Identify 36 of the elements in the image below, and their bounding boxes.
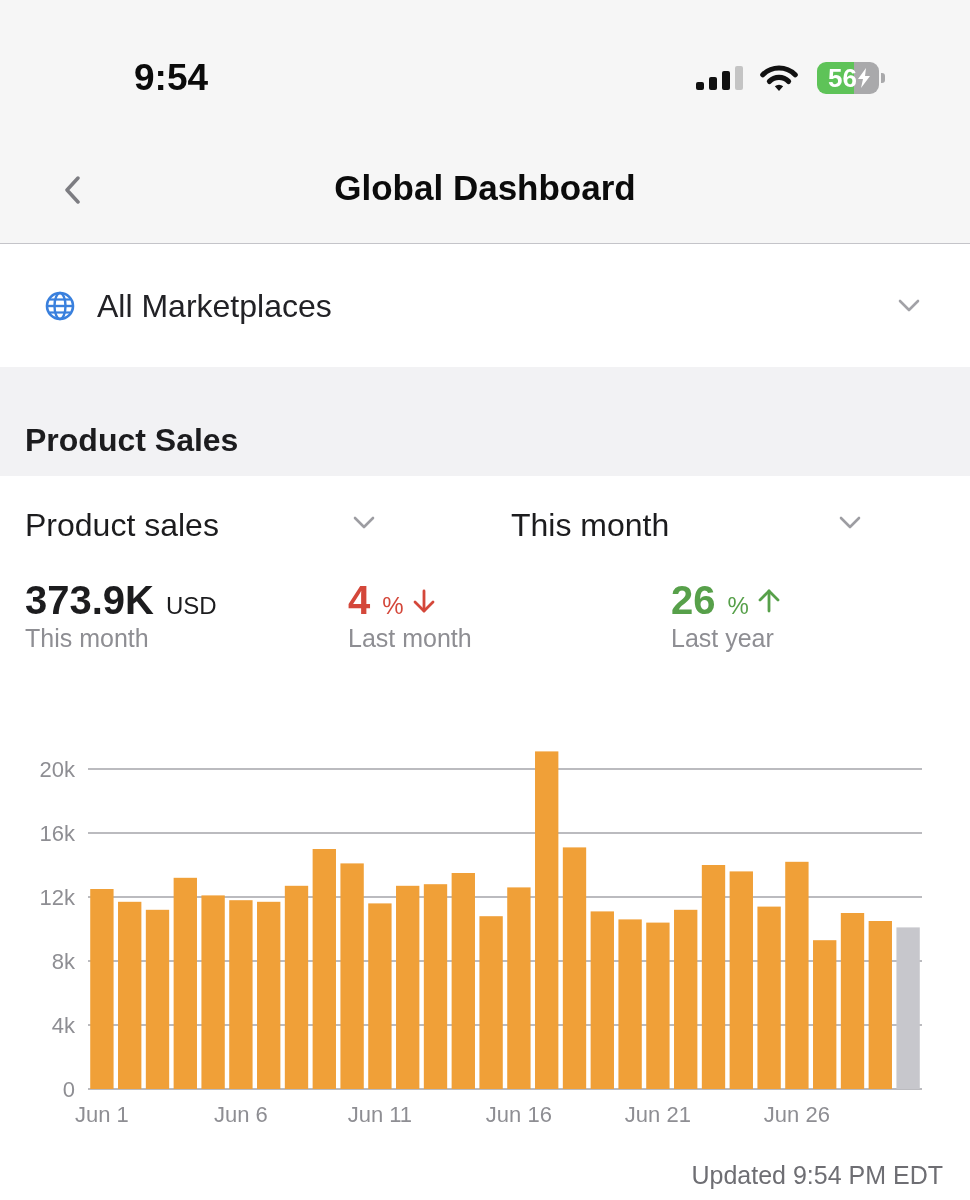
y-axis-label: 0 [62,1076,75,1102]
chevron-down-icon [839,515,861,529]
battery-percent: 56 [828,63,857,93]
screen-title: Global Dashboard [334,167,636,209]
metric-label: Last month [348,623,472,653]
filter-dropdown[interactable]: This month [511,505,861,545]
filter-dropdown[interactable]: Product sales [25,505,375,545]
x-axis-label: Jun 11 [347,1101,413,1127]
metric-unit: USD [166,591,217,621]
x-axis-label: Jun 6 [214,1101,268,1127]
x-axis-label: Jun 26 [763,1101,830,1127]
metric-value: 4 [348,577,371,623]
metric-unit: % [382,591,404,621]
last-updated-text: Updated 9:54 PM EDT [691,1160,943,1190]
metric-label: This month [25,623,149,653]
globe-icon [45,290,75,321]
x-axis-label: Jun 1 [75,1101,129,1127]
x-axis-label: Jun 16 [485,1101,552,1127]
metric-value: 373.9K [25,577,154,623]
y-axis-label: 16k [39,820,75,846]
x-axis-label: Jun 21 [624,1101,691,1127]
y-axis-label: 8k [51,948,75,974]
metric-label: Last year [671,623,774,653]
y-axis-label: 4k [51,1012,75,1038]
y-axis-label: 12k [39,884,75,910]
wifi-icon [760,64,798,92]
y-axis-label: 20k [39,756,75,782]
chevron-left-icon [64,176,80,204]
chevron-down-icon [898,299,920,312]
bolt-icon [857,68,870,88]
signal-icon [696,66,743,90]
chevron-down-icon [353,515,375,529]
metric-unit: % [727,591,749,621]
section-title: Product Sales [25,421,239,460]
status-time: 9:54 [134,56,209,100]
metric-value: 26 [671,577,716,623]
